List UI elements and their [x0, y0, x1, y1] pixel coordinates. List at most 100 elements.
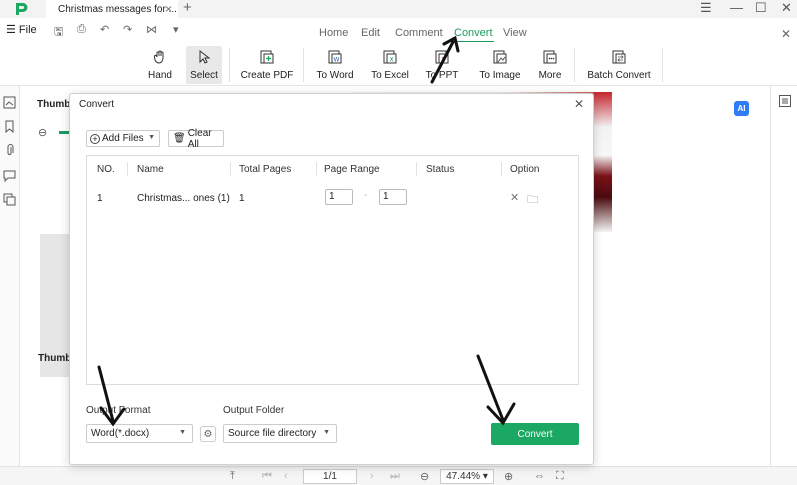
- file-table: NO. Name Total Pages Page Range Status O…: [86, 155, 579, 385]
- excel-icon: X: [381, 48, 399, 66]
- more-icon: [541, 48, 559, 66]
- hand-button[interactable]: Hand: [144, 46, 176, 84]
- next-page-icon[interactable]: ›: [370, 470, 374, 482]
- word-icon: W: [326, 48, 344, 66]
- maximize-icon[interactable]: ☐: [755, 0, 767, 16]
- convert-dialog: Convert ✕ + Add Files ▼ 🗑 Clear All NO. …: [69, 93, 594, 465]
- print-icon[interactable]: ⎙: [77, 23, 86, 36]
- close-dialog-icon[interactable]: ✕: [574, 97, 584, 111]
- fit-width-icon[interactable]: ⇔: [534, 470, 545, 482]
- prev-page-icon[interactable]: ‹: [284, 470, 288, 482]
- select-label: Select: [190, 70, 218, 81]
- ppt-icon: P: [433, 48, 451, 66]
- properties-panel-icon[interactable]: [779, 95, 791, 107]
- menu-icon[interactable]: ☰: [700, 0, 712, 16]
- zoom-out-thumbnail-icon[interactable]: ⊖: [38, 126, 47, 139]
- chevron-down-icon[interactable]: ▼: [148, 134, 155, 141]
- save-icon[interactable]: 🖫: [54, 23, 63, 42]
- output-folder-select[interactable]: Source file directory ▼: [223, 424, 337, 443]
- layers-icon[interactable]: [3, 193, 16, 206]
- hand-label: Hand: [148, 70, 172, 81]
- page-range-to-input[interactable]: 1: [379, 189, 407, 205]
- fit-page-icon[interactable]: ⛶: [556, 470, 564, 483]
- select-button[interactable]: Select: [186, 46, 222, 84]
- clear-all-label: Clear All: [187, 127, 212, 150]
- ai-translate-icon[interactable]: AI: [734, 101, 749, 116]
- ribbon-divider: [303, 48, 304, 82]
- to-excel-label: To Excel: [371, 70, 409, 81]
- redo-icon[interactable]: ↷: [123, 23, 132, 36]
- output-format-select[interactable]: Word(*.docx) ▼: [86, 424, 193, 443]
- convert-button[interactable]: Convert: [491, 423, 579, 445]
- row-number: 1: [97, 193, 103, 204]
- output-format-label: Output Format: [86, 405, 151, 416]
- more-button[interactable]: More: [534, 46, 566, 84]
- range-separator: -: [364, 190, 368, 201]
- bookmark-icon[interactable]: [3, 120, 16, 133]
- to-word-label: To Word: [316, 70, 354, 81]
- thumbnail-label: Thumb: [38, 353, 72, 364]
- svg-text:W: W: [334, 57, 340, 64]
- comment-icon[interactable]: [3, 169, 16, 182]
- add-files-label: Add Files: [102, 133, 144, 144]
- format-settings-icon[interactable]: ⚙: [200, 426, 216, 442]
- last-page-icon[interactable]: ⏭: [390, 470, 400, 483]
- attachment-icon[interactable]: [3, 144, 16, 157]
- dialog-title: Convert: [79, 99, 115, 110]
- to-word-button[interactable]: W To Word: [313, 46, 357, 84]
- cursor-icon: [195, 48, 213, 66]
- share-icon[interactable]: ⋈: [146, 23, 157, 36]
- tab-view[interactable]: View: [503, 27, 527, 39]
- to-image-button[interactable]: To Image: [476, 46, 524, 84]
- close-tab-icon[interactable]: ×: [165, 2, 172, 16]
- ribbon-divider: [574, 48, 575, 82]
- thumbnail-icon[interactable]: [3, 96, 16, 109]
- minimize-icon[interactable]: —: [730, 0, 743, 15]
- batch-convert-button[interactable]: Batch Convert: [586, 46, 652, 84]
- page-number-input[interactable]: 1/1: [303, 469, 357, 484]
- status-bar: ⤒ ⏮ ‹ 1/1 › ⏭ ⊖ 47.44% ▾ ⊕ ⇔ ⛶: [0, 466, 797, 485]
- to-excel-button[interactable]: X To Excel: [368, 46, 412, 84]
- create-pdf-icon: [258, 48, 276, 66]
- plus-icon: +: [90, 133, 100, 144]
- open-folder-icon[interactable]: 🗀: [527, 191, 538, 210]
- go-top-icon[interactable]: ⤒: [230, 470, 235, 483]
- file-menu-button[interactable]: ☰ File: [6, 23, 37, 36]
- first-page-icon[interactable]: ⏮: [262, 470, 272, 483]
- document-tab-title: Christmas messages for ...: [58, 3, 177, 15]
- convert-button-label: Convert: [517, 428, 553, 440]
- remove-file-icon[interactable]: ✕: [510, 191, 519, 204]
- chevron-down-icon: ▼: [323, 429, 330, 436]
- document-tab[interactable]: Christmas messages for ... ×: [46, 0, 178, 18]
- add-files-button[interactable]: + Add Files ▼: [86, 130, 160, 147]
- zoom-out-icon[interactable]: ⊖: [420, 470, 429, 483]
- page-decoration: [594, 92, 612, 232]
- tab-edit[interactable]: Edit: [361, 27, 380, 39]
- tab-convert[interactable]: Convert: [454, 27, 493, 39]
- column-divider: [316, 162, 317, 176]
- zoom-level-select[interactable]: 47.44% ▾: [440, 469, 494, 484]
- title-bar: Christmas messages for ... × + ☰ — ☐ ✕: [0, 0, 797, 18]
- more-label: More: [538, 70, 562, 81]
- output-folder-label: Output Folder: [223, 405, 285, 416]
- clear-all-button[interactable]: 🗑 Clear All: [168, 127, 224, 150]
- tab-comment[interactable]: Comment: [395, 27, 443, 39]
- close-window-icon[interactable]: ✕: [781, 0, 792, 16]
- page-range-from-input[interactable]: 1: [325, 189, 353, 205]
- trash-icon: 🗑: [173, 133, 186, 144]
- output-folder-value: Source file directory: [228, 428, 317, 439]
- create-pdf-button[interactable]: Create PDF: [240, 46, 294, 84]
- column-header-no: NO.: [97, 164, 115, 175]
- file-menu-label: File: [18, 24, 37, 36]
- to-ppt-button[interactable]: P To PPT: [422, 46, 462, 84]
- zoom-in-icon[interactable]: ⊕: [504, 470, 513, 483]
- quick-access-dropdown-icon[interactable]: ▾: [173, 23, 179, 36]
- column-divider: [230, 162, 231, 176]
- right-sidebar: [770, 86, 797, 466]
- collapse-ribbon-icon[interactable]: ✕: [781, 27, 791, 41]
- tab-home[interactable]: Home: [319, 27, 348, 39]
- ribbon-divider: [662, 48, 663, 82]
- undo-icon[interactable]: ↶: [100, 23, 109, 36]
- new-tab-icon[interactable]: +: [183, 0, 192, 16]
- svg-text:X: X: [389, 57, 393, 64]
